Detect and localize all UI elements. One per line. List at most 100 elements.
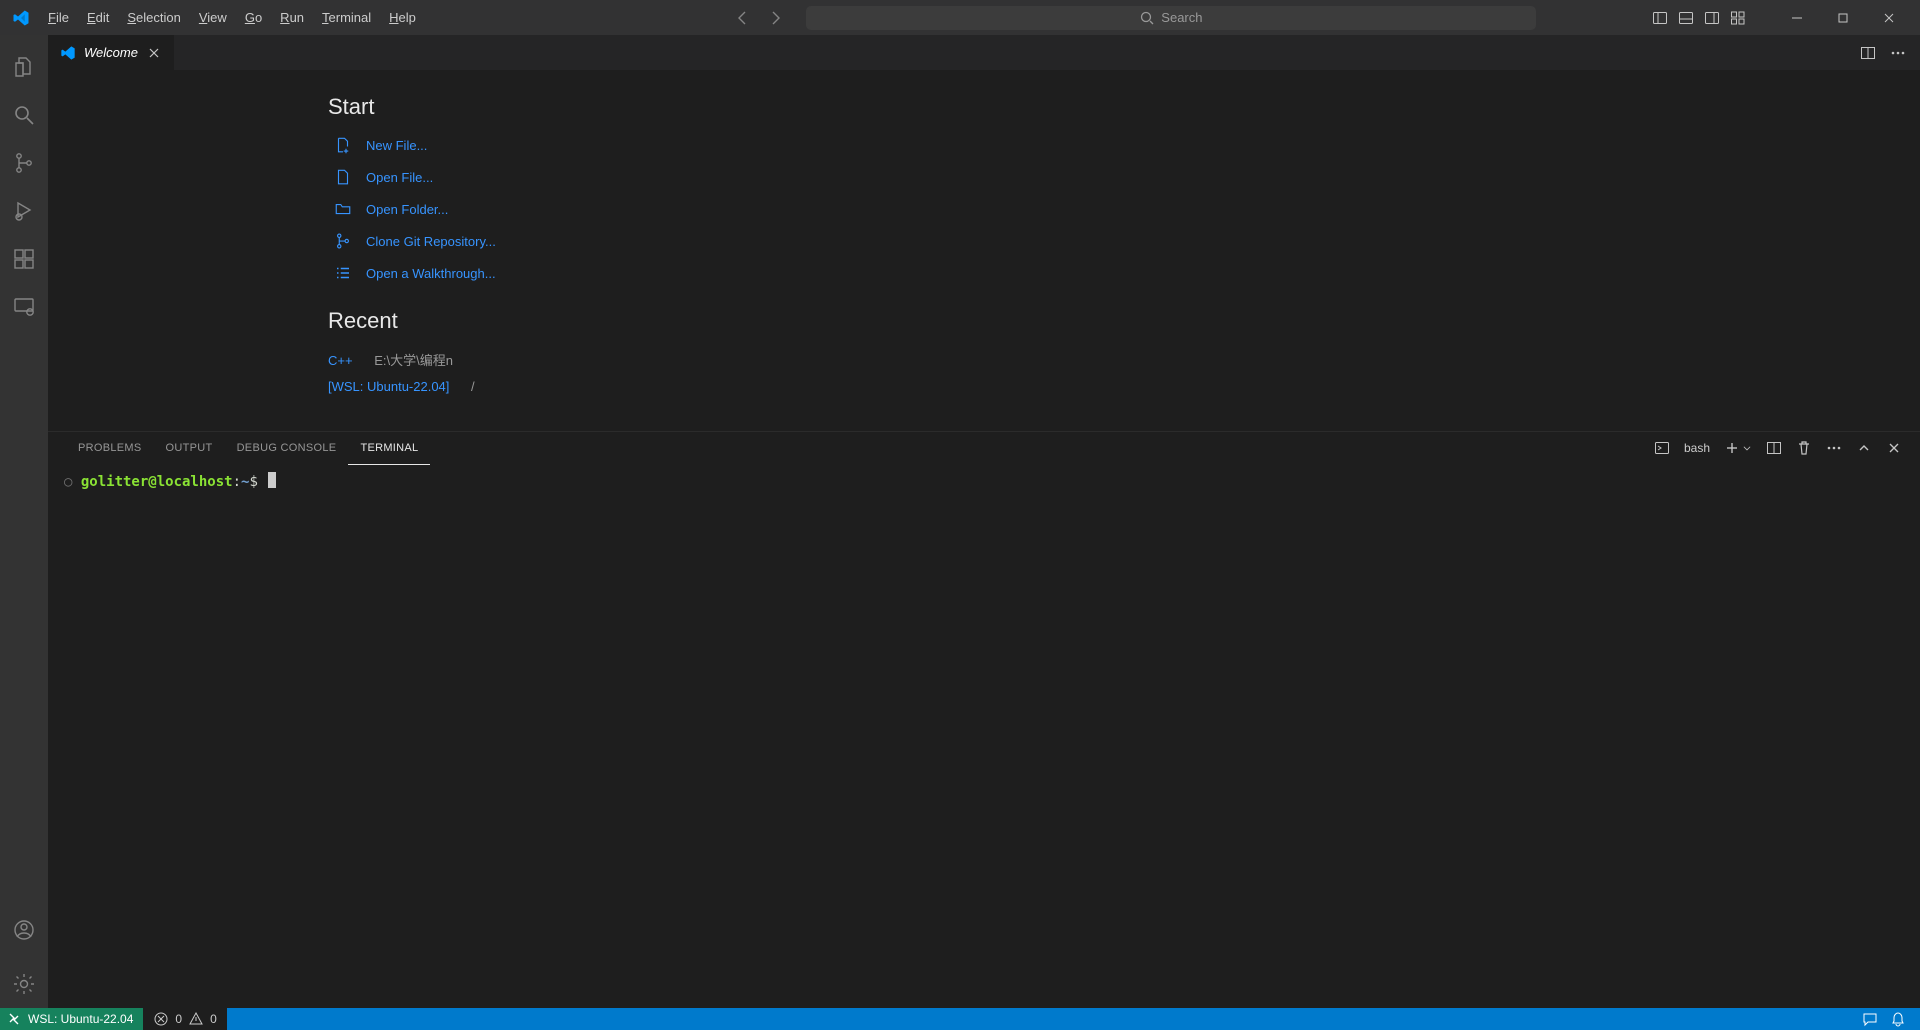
start-walkthrough-label: Open a Walkthrough...: [366, 266, 496, 281]
panel-tab-terminal[interactable]: TERMINAL: [348, 432, 430, 465]
feedback-icon[interactable]: [1862, 1011, 1878, 1027]
error-icon: [153, 1011, 169, 1027]
activity-search[interactable]: [0, 91, 48, 139]
status-remote[interactable]: WSL: Ubuntu-22.04: [0, 1008, 143, 1030]
customize-layout-icon[interactable]: [1730, 10, 1746, 26]
terminal-prompt-symbol: $: [249, 474, 257, 490]
more-icon[interactable]: [1826, 440, 1842, 456]
terminal-profile-icon[interactable]: [1654, 440, 1670, 456]
layout-panel-icon[interactable]: [1678, 10, 1694, 26]
chevron-down-icon: [1742, 443, 1752, 453]
recent-path: /: [471, 379, 475, 394]
split-terminal-icon[interactable]: [1766, 440, 1782, 456]
search-icon: [12, 103, 36, 127]
menu-go[interactable]: Go: [237, 6, 270, 29]
activity-remote-explorer[interactable]: [0, 283, 48, 331]
activity-accounts[interactable]: [0, 906, 48, 954]
start-open-folder[interactable]: Open Folder...: [328, 196, 1920, 228]
open-file-icon: [334, 168, 352, 186]
warning-icon: [188, 1011, 204, 1027]
panel-tab-problems[interactable]: PROBLEMS: [66, 432, 154, 465]
split-editor-icon[interactable]: [1860, 45, 1876, 61]
activity-scm[interactable]: [0, 139, 48, 187]
nav-forward-icon[interactable]: [768, 10, 784, 26]
activity-settings[interactable]: [0, 960, 48, 1008]
panel-tabs: PROBLEMS OUTPUT DEBUG CONSOLE TERMINAL b…: [48, 431, 1920, 464]
source-control-icon: [12, 151, 36, 175]
tab-title: Welcome: [84, 45, 138, 60]
git-icon: [334, 232, 352, 250]
menu-terminal[interactable]: Terminal: [314, 6, 379, 29]
terminal-body[interactable]: ○ golitter@localhost:~$: [48, 464, 1920, 1008]
run-debug-icon: [12, 199, 36, 223]
start-open-folder-label: Open Folder...: [366, 202, 448, 217]
remote-icon: [6, 1011, 22, 1027]
activity-run-debug[interactable]: [0, 187, 48, 235]
terminal-user: golitter@localhost: [81, 474, 233, 490]
welcome-editor: Start New File... Open File... Open Fold…: [48, 70, 1920, 430]
remote-explorer-icon: [12, 295, 36, 319]
start-open-file-label: Open File...: [366, 170, 433, 185]
open-folder-icon: [334, 200, 352, 218]
start-heading: Start: [328, 94, 1920, 120]
files-icon: [12, 55, 36, 79]
status-error-count: 0: [175, 1012, 182, 1026]
recent-item[interactable]: [WSL: Ubuntu-22.04] /: [328, 375, 1920, 400]
titlebar: File Edit Selection View Go Run Terminal…: [0, 0, 1920, 35]
panel-tab-output[interactable]: OUTPUT: [154, 432, 225, 465]
more-actions-icon[interactable]: [1890, 45, 1906, 61]
terminal-shell-label[interactable]: bash: [1684, 441, 1710, 455]
list-icon: [334, 264, 352, 282]
window-minimize-button[interactable]: [1774, 0, 1820, 35]
activity-bar: [0, 35, 48, 1008]
command-center[interactable]: Search: [806, 6, 1536, 30]
layout-sidebar-left-icon[interactable]: [1652, 10, 1668, 26]
recent-item[interactable]: C++ E:\大学\编程n: [328, 346, 1920, 375]
menu-selection[interactable]: Selection: [119, 6, 188, 29]
start-walkthrough[interactable]: Open a Walkthrough...: [328, 260, 1920, 292]
layout-sidebar-right-icon[interactable]: [1704, 10, 1720, 26]
new-terminal-button[interactable]: [1724, 440, 1752, 456]
window-close-button[interactable]: [1866, 0, 1912, 35]
maximize-panel-icon[interactable]: [1856, 440, 1872, 456]
menu-run[interactable]: Run: [272, 6, 312, 29]
plus-icon: [1724, 440, 1740, 456]
activity-extensions[interactable]: [0, 235, 48, 283]
start-new-file[interactable]: New File...: [328, 132, 1920, 164]
editor-tabs: Welcome: [48, 35, 1920, 70]
panel-tab-debug-console[interactable]: DEBUG CONSOLE: [225, 432, 349, 465]
terminal-cursor: [268, 472, 276, 488]
recent-heading: Recent: [328, 308, 1920, 334]
bell-icon[interactable]: [1890, 1011, 1906, 1027]
vscode-logo-icon: [60, 45, 76, 61]
gear-icon: [12, 972, 36, 996]
menu-edit[interactable]: Edit: [79, 6, 117, 29]
tab-close-button[interactable]: [146, 45, 162, 61]
close-panel-icon[interactable]: [1886, 440, 1902, 456]
menu-file[interactable]: File: [40, 6, 77, 29]
trash-icon[interactable]: [1796, 440, 1812, 456]
search-icon: [1139, 10, 1155, 26]
extensions-icon: [12, 247, 36, 271]
status-problems[interactable]: 0 0: [143, 1008, 226, 1030]
start-open-file[interactable]: Open File...: [328, 164, 1920, 196]
new-file-icon: [334, 136, 352, 154]
menu-view[interactable]: View: [191, 6, 235, 29]
panel: PROBLEMS OUTPUT DEBUG CONSOLE TERMINAL b…: [48, 430, 1920, 1008]
nav-back-icon[interactable]: [734, 10, 750, 26]
menu-bar: File Edit Selection View Go Run Terminal…: [40, 6, 424, 29]
status-bar: WSL: Ubuntu-22.04 0 0: [0, 1008, 1920, 1030]
status-warning-count: 0: [210, 1012, 217, 1026]
activity-explorer[interactable]: [0, 43, 48, 91]
recent-name: [WSL: Ubuntu-22.04]: [328, 379, 449, 394]
menu-help[interactable]: Help: [381, 6, 424, 29]
vscode-logo-icon: [12, 9, 30, 27]
recent-name: C++: [328, 353, 353, 368]
nav-arrows: [734, 10, 784, 26]
window-maximize-button[interactable]: [1820, 0, 1866, 35]
tab-welcome[interactable]: Welcome: [48, 35, 174, 70]
start-clone-repo[interactable]: Clone Git Repository...: [328, 228, 1920, 260]
account-icon: [12, 918, 36, 942]
start-new-file-label: New File...: [366, 138, 427, 153]
status-remote-label: WSL: Ubuntu-22.04: [28, 1012, 133, 1026]
